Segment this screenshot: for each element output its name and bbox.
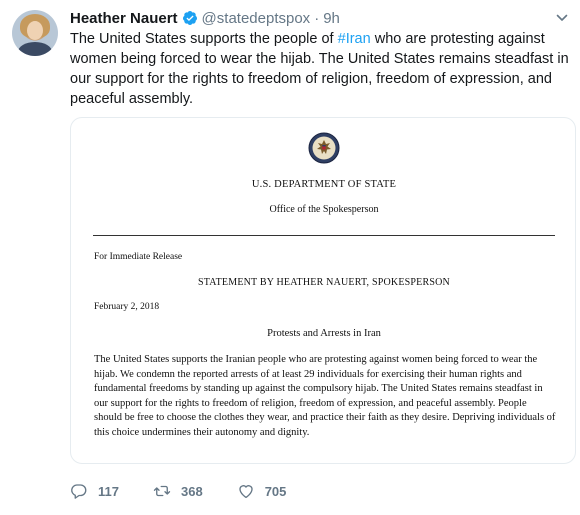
retweet-icon: [153, 485, 171, 497]
like-button[interactable]: 705: [237, 482, 287, 500]
tweet-text: The United States supports the people of…: [70, 29, 570, 109]
like-count: 705: [264, 483, 287, 499]
statement-subject: Protests and Arrests in Iran: [267, 328, 381, 339]
attached-image-card[interactable]: U.S. DEPARTMENT OF STATE Office of the S…: [70, 117, 576, 464]
avatar[interactable]: [12, 10, 58, 56]
chevron-down-icon[interactable]: [556, 12, 568, 24]
state-department-seal-icon: [308, 132, 340, 164]
heart-icon: [239, 485, 253, 499]
divider: [93, 235, 555, 236]
retweet-count: 368: [180, 483, 203, 499]
reply-icon: [71, 484, 87, 499]
release-note: For Immediate Release: [94, 252, 183, 262]
tweet-header: Heather Nauert @statedeptspox · 9h: [70, 8, 340, 28]
retweet-button[interactable]: 368: [153, 482, 203, 500]
timestamp[interactable]: 9h: [323, 10, 340, 27]
author-name[interactable]: Heather Nauert: [70, 10, 178, 27]
separator-dot: ·: [314, 9, 320, 27]
statement-date: February 2, 2018: [94, 302, 160, 312]
tweet-text-part: The United States supports the people of: [70, 31, 338, 47]
reply-count: 117: [98, 483, 119, 499]
office-heading: Office of the Spokesperson: [269, 204, 379, 215]
department-heading: U.S. DEPARTMENT OF STATE: [251, 179, 397, 190]
author-handle[interactable]: @statedeptspox: [202, 10, 311, 27]
verified-badge-icon: [182, 11, 197, 25]
tweet[interactable]: Heather Nauert @statedeptspox · 9h The U…: [0, 0, 580, 515]
hashtag-link[interactable]: #Iran: [338, 31, 371, 47]
press-statement-document: U.S. DEPARTMENT OF STATE Office of the S…: [71, 118, 575, 463]
tweet-actions: 117 368 705: [70, 479, 320, 503]
reply-button[interactable]: 117: [70, 482, 119, 500]
statement-body: The United States supports the Iranian p…: [94, 354, 556, 438]
statement-title: STATEMENT BY HEATHER NAUERT, SPOKESPERSO…: [198, 277, 450, 288]
